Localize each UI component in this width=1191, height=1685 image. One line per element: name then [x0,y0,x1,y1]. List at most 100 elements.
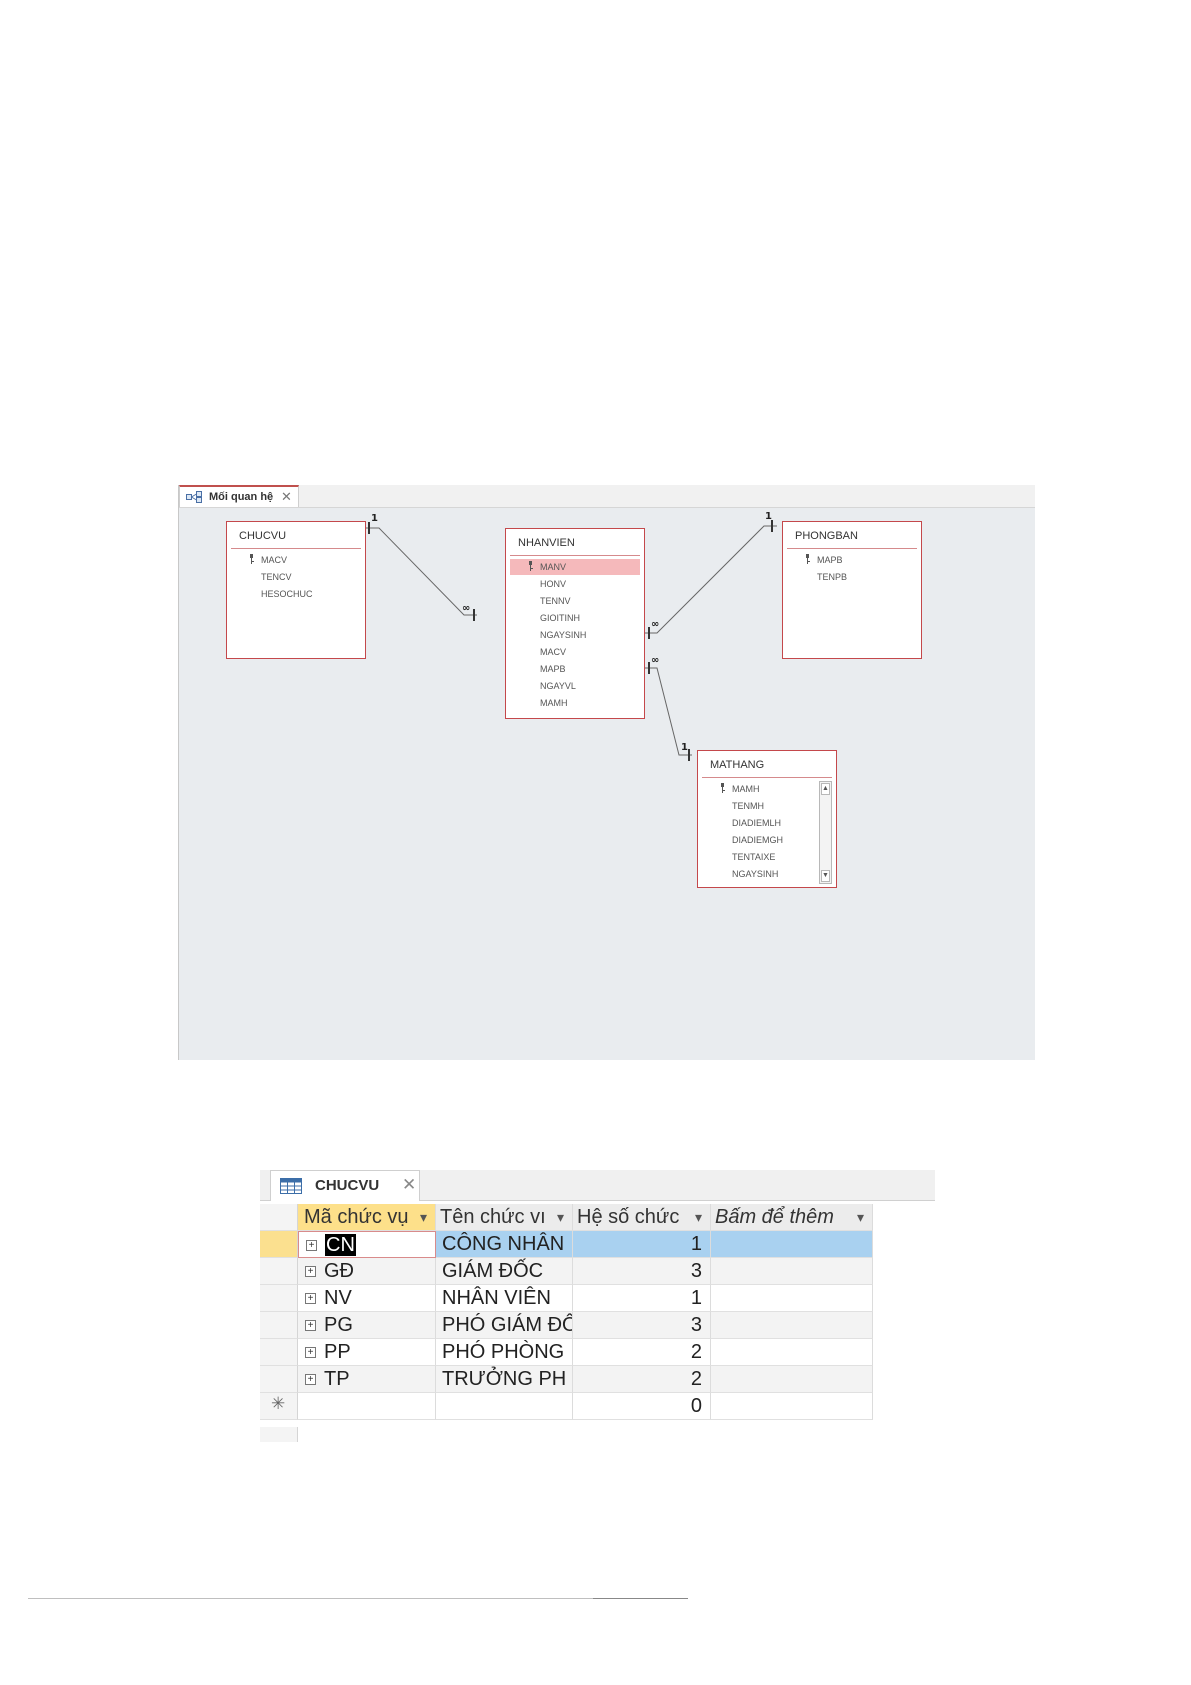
table-nhanvien[interactable]: NHANVIEN MANV HONV TENNV GIOITINH NGAYSI… [505,528,645,719]
cell-ten-chuc-vu[interactable] [436,1393,573,1420]
field-item[interactable]: GIOITINH [510,610,640,626]
field-label: TENCV [261,572,292,582]
table-row[interactable]: + PP PHÓ PHÒNG 2 [260,1339,892,1366]
field-label: MAPB [817,555,843,565]
field-item[interactable]: DIADIEMLH [702,815,816,831]
cell-ma-chuc-vu[interactable]: + GĐ [298,1258,436,1285]
field-label: MANV [540,562,567,572]
vertical-scrollbar[interactable]: ▲ ▼ [819,781,832,884]
field-item[interactable]: NGAYSINH [510,627,640,643]
field-item[interactable]: NGAYSINH [702,866,816,882]
cell-ten-chuc-vu[interactable]: PHÓ GIÁM ĐỐ [436,1312,573,1339]
one-label: 1 [765,511,772,522]
cell-he-so-chuc[interactable]: 1 [573,1231,711,1258]
field-item[interactable]: MAMH [702,781,816,797]
field-item[interactable]: HESOCHUC [231,586,361,602]
cell-empty[interactable] [711,1366,873,1393]
field-item[interactable]: HONV [510,576,640,592]
cell-ten-chuc-vu[interactable]: GIÁM ĐỐC [436,1258,573,1285]
datasheet-tab-bar: CHUCVU ✕ [260,1170,935,1201]
record-selector[interactable]: ✳ [260,1393,298,1420]
field-item[interactable]: TENPB [787,569,917,585]
many-label: ∞ [651,655,659,666]
expand-icon[interactable]: + [305,1347,316,1358]
field-item[interactable]: TENNV [510,593,640,609]
cell-ten-chuc-vu[interactable]: PHÓ PHÒNG [436,1339,573,1366]
cell-empty[interactable] [711,1231,873,1258]
scroll-down-icon[interactable]: ▼ [821,870,830,882]
cell-ma-chuc-vu[interactable]: + PP [298,1339,436,1366]
dropdown-icon[interactable]: ▾ [557,1204,564,1230]
table-row[interactable]: + GĐ GIÁM ĐỐC 3 [260,1258,892,1285]
cell-he-so-chuc[interactable]: 3 [573,1258,711,1285]
table-chucvu[interactable]: CHUCVU MACV TENCV HESOCHUC [226,521,366,659]
cell-ma-chuc-vu[interactable]: + PG [298,1312,436,1339]
table-mathang[interactable]: MATHANG MAMH TENMH DIADIEMLH DIADIEMGH T… [697,750,837,888]
cell-empty[interactable] [711,1258,873,1285]
field-item[interactable]: TENTAIXE [702,849,816,865]
cell-empty[interactable] [711,1339,873,1366]
table-phongban[interactable]: PHONGBAN MAPB TENPB [782,521,922,659]
cell-ten-chuc-vu[interactable]: TRƯỞNG PH [436,1366,573,1393]
close-icon[interactable]: ✕ [402,1175,416,1195]
table-row[interactable]: + NV NHÂN VIÊN 1 [260,1285,892,1312]
field-label: MACV [540,647,567,657]
cell-empty[interactable] [711,1285,873,1312]
many-label: ∞ [651,619,659,630]
cell-he-so-chuc[interactable]: 1 [573,1285,711,1312]
field-label: TENMH [732,801,764,811]
record-selector[interactable] [260,1366,298,1393]
new-record-row[interactable]: ✳ 0 [260,1393,892,1420]
record-selector[interactable] [260,1231,298,1258]
cell-empty[interactable] [711,1312,873,1339]
expand-icon[interactable]: + [305,1293,316,1304]
table-row[interactable]: + TP TRƯỞNG PH 2 [260,1366,892,1393]
expand-icon[interactable]: + [305,1374,316,1385]
cell-he-so-chuc[interactable]: 0 [573,1393,711,1420]
cell-ma-chuc-vu[interactable]: + TP [298,1366,436,1393]
field-item[interactable]: MAMH [510,695,640,711]
cell-ten-chuc-vu[interactable]: NHÂN VIÊN [436,1285,573,1312]
column-header-he-so-chuc[interactable]: Hệ số chức ▾ [573,1204,711,1231]
field-item[interactable]: MACV [510,644,640,660]
table-row[interactable]: + PG PHÓ GIÁM ĐỐ 3 [260,1312,892,1339]
table-row[interactable]: + CN CÔNG NHÂN 1 [260,1231,892,1258]
field-item[interactable]: TENCV [231,569,361,585]
record-selector[interactable] [260,1339,298,1366]
cell-ma-chuc-vu[interactable]: + NV [298,1285,436,1312]
cell-he-so-chuc[interactable]: 2 [573,1366,711,1393]
expand-icon[interactable]: + [306,1240,317,1251]
field-item[interactable]: MAPB [787,552,917,568]
field-label: HONV [540,579,567,589]
column-header-ma-chuc-vu[interactable]: Mã chức vụ ▾ [298,1204,436,1231]
column-header-ten-chuc-vu[interactable]: Tên chức vı ▾ [436,1204,573,1231]
record-selector[interactable] [260,1312,298,1339]
field-item[interactable]: MANV [510,559,640,575]
select-all-button[interactable] [260,1204,298,1231]
cell-ma-chuc-vu[interactable]: + CN [298,1231,436,1258]
field-item[interactable]: MACV [231,552,361,568]
record-selector[interactable] [260,1285,298,1312]
field-item[interactable]: DIADIEMGH [702,832,816,848]
column-header-add-field[interactable]: Bấm để thêm ▾ [711,1204,873,1231]
tab-chucvu[interactable]: CHUCVU ✕ [270,1170,420,1201]
field-label: TENNV [540,596,571,606]
cell-ten-chuc-vu[interactable]: CÔNG NHÂN [436,1231,573,1258]
expand-icon[interactable]: + [305,1320,316,1331]
dropdown-icon[interactable]: ▾ [857,1204,864,1230]
field-item[interactable]: MAPB [510,661,640,677]
cell-ma-chuc-vu[interactable] [298,1393,436,1420]
one-label: 1 [371,513,378,524]
field-item[interactable]: NGAYVL [510,678,640,694]
cell-he-so-chuc[interactable]: 2 [573,1339,711,1366]
scroll-up-icon[interactable]: ▲ [821,783,830,795]
cell-empty[interactable] [711,1393,873,1420]
field-label: NGAYVL [540,681,576,691]
field-label: DIADIEMGH [732,835,784,845]
cell-he-so-chuc[interactable]: 3 [573,1312,711,1339]
record-selector[interactable] [260,1258,298,1285]
field-item[interactable]: TENMH [702,798,816,814]
dropdown-icon[interactable]: ▾ [695,1204,702,1230]
dropdown-icon[interactable]: ▾ [420,1204,427,1230]
expand-icon[interactable]: + [305,1266,316,1277]
